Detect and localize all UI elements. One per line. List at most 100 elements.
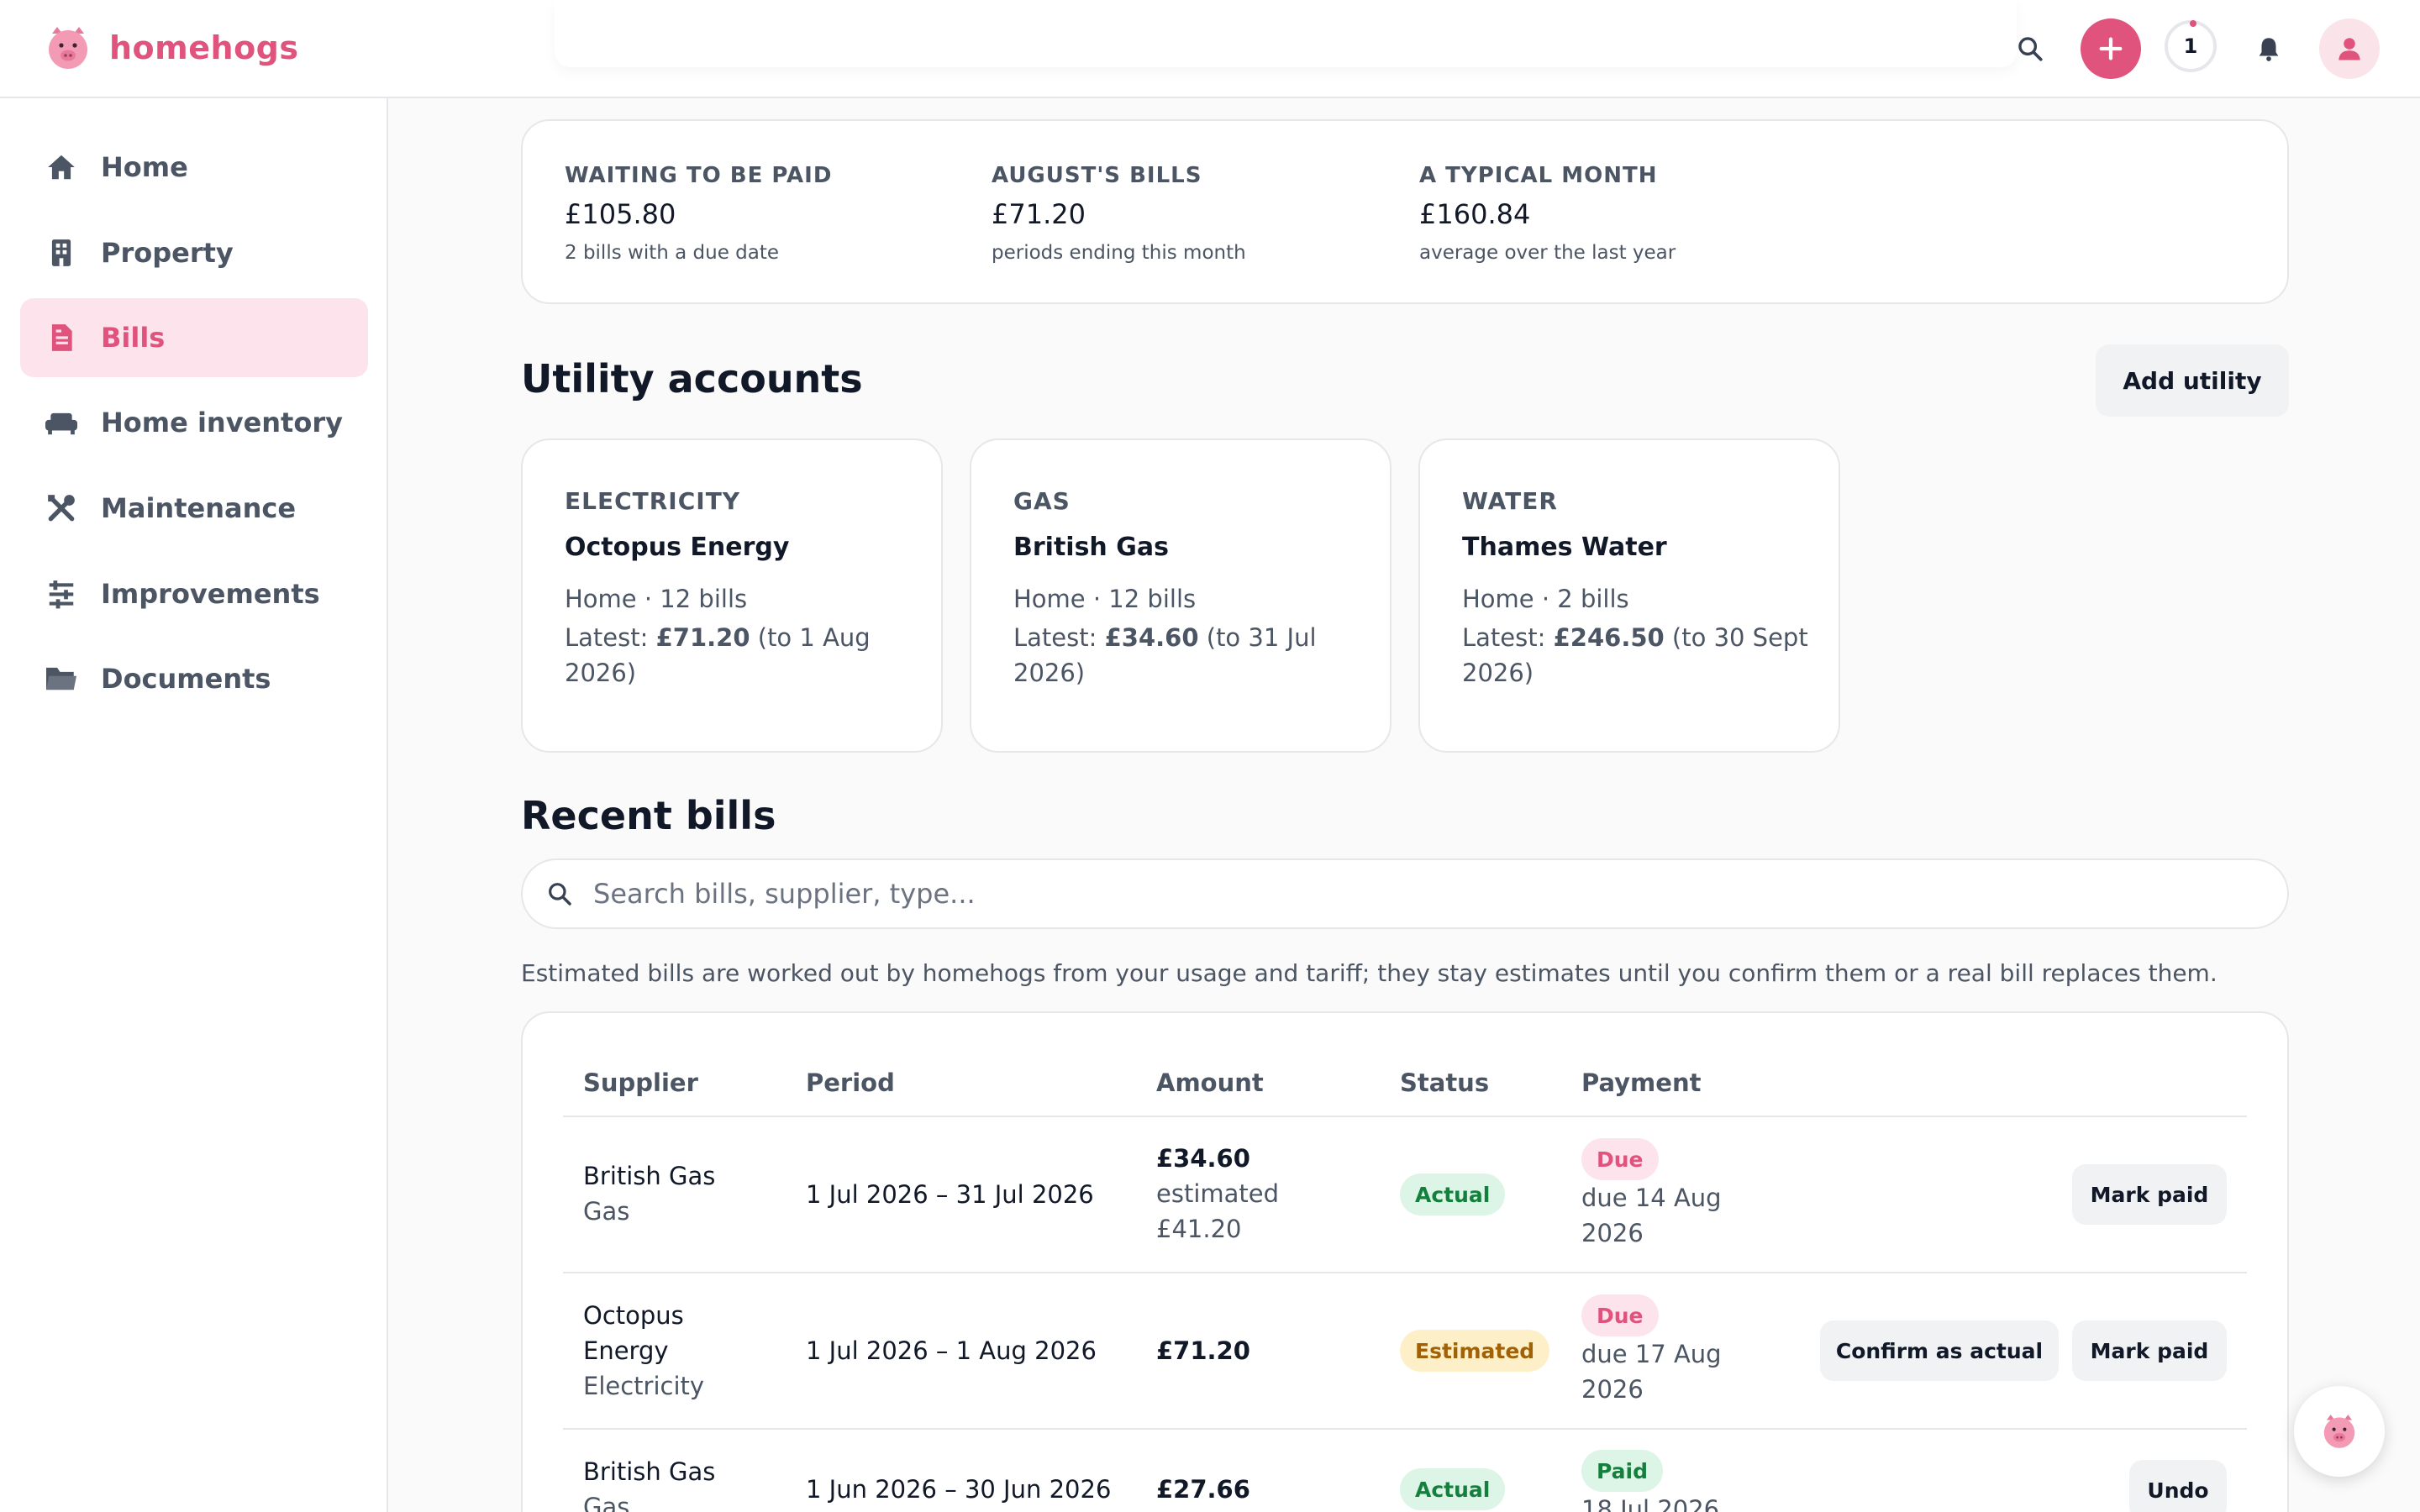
stat-typical-month: A TYPICAL MONTH £160.84 average over the… [1419,163,1676,264]
utility-type: GAS [1013,487,1071,515]
bills-search-input[interactable] [593,878,2190,910]
top-bar-search-area [555,0,2017,67]
sidebar-item-improvements[interactable]: Improvements [20,554,368,633]
utility-supplier: British Gas [1013,533,1169,562]
utility-card-electricity[interactable]: ELECTRICITY Octopus Energy Home · 12 bil… [521,438,943,753]
stat-augusts-bills: AUGUST'S BILLS £71.20 periods ending thi… [992,163,1246,264]
sidebar-item-label: Home inventory [101,407,343,438]
plus-icon [2099,37,2123,60]
sidebar-item-home-inventory[interactable]: Home inventory [20,383,368,462]
stat-value: £160.84 [1419,198,1531,230]
stat-label: AUGUST'S BILLS [992,163,1202,188]
payment-due-date: due 14 Aug 2026 [1581,1184,1722,1247]
sidebar-item-maintenance[interactable]: Maintenance [20,469,368,548]
payment-badge: Due [1581,1294,1659,1336]
payment-badge: Paid [1581,1450,1663,1492]
stat-value: £71.20 [992,198,1086,230]
row-amount: £71.20 [1156,1336,1250,1365]
building-icon [44,235,79,270]
stat-label: A TYPICAL MONTH [1419,163,1658,188]
folder-icon [44,661,79,696]
row-period: 1 Jul 2026 – 31 Jul 2026 [806,1180,1094,1209]
sliders-icon [44,576,79,612]
sidebar-item-label: Home [101,151,188,183]
sidebar-item-label: Property [101,237,234,269]
utility-meta: Home · 12 bills [565,585,748,613]
undo-button[interactable]: Undo [2129,1460,2227,1512]
bell-icon[interactable] [2247,18,2291,79]
column-header-supplier[interactable]: Supplier [583,1068,698,1097]
task-count: 1 [2183,34,2198,58]
count-indicator-dot [2190,20,2196,27]
tools-icon [44,491,79,526]
row-amount: £34.60 estimated £41.20 [1156,1144,1280,1243]
bills-search-box[interactable] [521,858,2289,929]
stat-value: £105.80 [565,198,676,230]
mark-paid-button[interactable]: Mark paid [2072,1164,2227,1225]
column-header-status[interactable]: Status [1400,1068,1489,1097]
utility-latest: Latest: £34.60 (to 31 Jul 2026) [1013,623,1317,687]
top-bar: homehogs 1 [0,0,2420,98]
column-header-amount[interactable]: Amount [1156,1068,1264,1097]
search-icon[interactable] [2008,18,2052,79]
brand[interactable]: homehogs [44,24,299,72]
table-divider [563,1428,2247,1430]
utility-latest: Latest: £71.20 (to 1 Aug 2026) [565,623,871,687]
sidebar-item-label: Bills [101,322,166,354]
pig-logo-icon [49,27,87,69]
house-icon [44,150,79,185]
sofa-icon [44,405,79,440]
pig-logo-icon [2323,1415,2355,1448]
payment-due-date: due 17 Aug 2026 [1581,1340,1722,1404]
add-utility-button[interactable]: Add utility [2096,344,2289,417]
add-button[interactable] [2081,18,2141,79]
assistant-button[interactable] [2294,1386,2385,1477]
mark-paid-button[interactable]: Mark paid [2072,1320,2227,1381]
utility-card-gas[interactable]: GAS British Gas Home · 12 bills Latest: … [970,438,1392,753]
brand-name: homehogs [109,29,299,66]
stat-label: WAITING TO BE PAID [565,163,833,188]
table-divider [563,1272,2247,1273]
sidebar-item-home[interactable]: Home [20,128,368,207]
utility-card-water[interactable]: WATER Thames Water Home · 2 bills Latest… [1418,438,1840,753]
column-header-period[interactable]: Period [806,1068,895,1097]
avatar[interactable] [2319,18,2380,79]
stat-subtext: periods ending this month [992,242,1246,264]
stat-waiting-to-be-paid: WAITING TO BE PAID £105.80 2 bills with … [565,163,832,264]
status-badge: Actual [1400,1468,1506,1510]
utility-type: ELECTRICITY [565,487,741,515]
row-period: 1 Jul 2026 – 1 Aug 2026 [806,1336,1097,1365]
estimates-note: Estimated bills are worked out by homeho… [521,959,2217,987]
table-divider [563,1116,2247,1117]
utility-meta: Home · 2 bills [1462,585,1629,613]
sidebar-item-label: Improvements [101,578,320,610]
user-icon [2338,38,2360,60]
payment-badge: Due [1581,1138,1659,1180]
utility-type: WATER [1462,487,1558,515]
task-count-button[interactable]: 1 [2165,20,2217,72]
status-badge: Actual [1400,1173,1506,1215]
utility-meta: Home · 12 bills [1013,585,1197,613]
utility-accounts-title: Utility accounts [521,356,863,402]
payment-paid-date: 18 Jul 2026 [1581,1495,1720,1512]
sidebar-item-property[interactable]: Property [20,213,368,292]
bills-summary-card: WAITING TO BE PAID £105.80 2 bills with … [521,119,2289,304]
sidebar: Home Property Bills Home inventory Maint… [0,98,388,1512]
column-header-payment[interactable]: Payment [1581,1068,1701,1097]
row-supplier: British Gas Gas [583,1162,716,1226]
sidebar-item-documents[interactable]: Documents [20,639,368,718]
status-badge: Estimated [1400,1330,1550,1372]
stat-subtext: 2 bills with a due date [565,242,780,264]
row-amount: £27.66 [1156,1475,1250,1504]
stat-subtext: average over the last year [1419,242,1676,264]
utility-supplier: Thames Water [1462,533,1667,562]
confirm-as-actual-button[interactable]: Confirm as actual [1820,1320,2059,1381]
utility-supplier: Octopus Energy [565,533,790,562]
search-icon [549,883,571,906]
sidebar-item-label: Maintenance [101,492,297,524]
bill-icon [44,320,79,355]
sidebar-item-label: Documents [101,663,271,695]
recent-bills-title: Recent bills [521,793,776,838]
row-period: 1 Jun 2026 – 30 Jun 2026 [806,1475,1112,1504]
sidebar-item-bills[interactable]: Bills [20,298,368,377]
